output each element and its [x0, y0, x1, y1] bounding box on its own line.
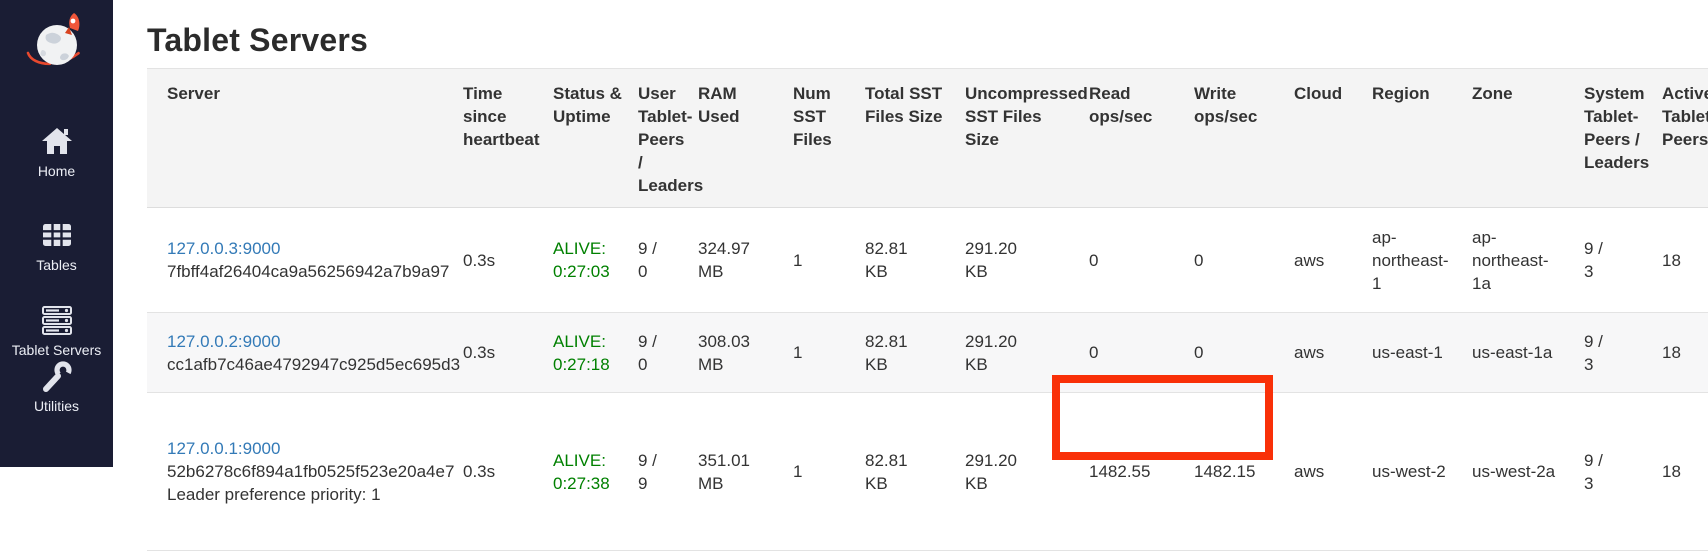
sidebar-item-label: Utilities	[34, 399, 79, 414]
col-header-active-peers: Active Tablet-Peers	[1656, 69, 1708, 208]
sidebar-item-home[interactable]: Home	[0, 123, 113, 179]
active-peers-cell: 18	[1656, 313, 1708, 393]
num-sst-cell: 1	[787, 393, 859, 551]
num-sst-cell: 1	[787, 208, 859, 313]
num-sst-cell: 1	[787, 313, 859, 393]
col-header-read-ops: Read ops/sec	[1083, 69, 1188, 208]
server-link[interactable]: 127.0.0.1:9000	[167, 437, 451, 460]
system-peers-cell: 9 / 3	[1578, 393, 1656, 551]
sidebar-item-label: Tablet Servers	[12, 343, 101, 358]
read-ops-cell: 0	[1083, 313, 1188, 393]
system-peers-cell: 9 / 3	[1578, 313, 1656, 393]
sidebar-item-utilities[interactable]: Utilities	[0, 358, 113, 414]
sidebar-item-tables[interactable]: Tables	[0, 217, 113, 273]
col-header-status: Status & Uptime	[547, 69, 632, 208]
zone-cell: ap-northeast-1a	[1466, 208, 1578, 313]
status-cell: ALIVE: 0:27:38	[547, 393, 632, 551]
active-peers-cell: 18	[1656, 393, 1708, 551]
cloud-cell: aws	[1288, 393, 1366, 551]
tablet-servers-table: Server Time since heartbeat Status & Upt…	[147, 68, 1708, 551]
total-sst-cell: 82.81 KB	[859, 393, 959, 551]
main-content: Tablet Servers Server Time since heartbe…	[113, 0, 1708, 467]
ram-cell: 324.97 MB	[692, 208, 787, 313]
sidebar: Home Tables	[0, 0, 113, 467]
tablet-servers-icon	[39, 302, 75, 338]
col-header-ram: RAM Used	[692, 69, 787, 208]
read-ops-cell: 0	[1083, 208, 1188, 313]
col-header-region: Region	[1366, 69, 1466, 208]
system-peers-cell: 9 / 3	[1578, 208, 1656, 313]
col-header-user-peers: User Tablet-Peers / Leaders	[632, 69, 692, 208]
leader-preference-note: Leader preference priority: 1	[167, 483, 451, 506]
write-ops-cell: 0	[1188, 208, 1288, 313]
sidebar-item-label: Tables	[36, 258, 76, 273]
server-cell: 127.0.0.2:9000 cc1afb7c46ae4792947c925d5…	[147, 313, 457, 393]
sidebar-item-label: Home	[38, 164, 75, 179]
col-header-uncompressed-sst: Uncompressed SST Files Size	[959, 69, 1083, 208]
uptime-value: 0:27:18	[553, 353, 626, 376]
cloud-cell: aws	[1288, 208, 1366, 313]
server-uuid: cc1afb7c46ae4792947c925d5ec695d3	[167, 353, 451, 376]
status-label: ALIVE:	[553, 330, 626, 353]
status-cell: ALIVE: 0:27:03	[547, 208, 632, 313]
write-ops-cell: 0	[1188, 313, 1288, 393]
yugabytedb-logo[interactable]	[24, 9, 90, 77]
region-cell: us-west-2	[1366, 393, 1466, 551]
uptime-value: 0:27:38	[553, 472, 626, 495]
user-peers-cell: 9 / 9	[632, 393, 692, 551]
uncompressed-sst-cell: 291.20 KB	[959, 393, 1083, 551]
uncompressed-sst-cell: 291.20 KB	[959, 208, 1083, 313]
server-uuid: 7fbff4af26404ca9a56256942a7b9a97	[167, 260, 451, 283]
server-link[interactable]: 127.0.0.2:9000	[167, 330, 451, 353]
col-header-num-sst: Num SST Files	[787, 69, 859, 208]
planet-rocket-logo-icon	[24, 10, 90, 76]
tables-icon	[39, 217, 75, 253]
home-icon	[39, 123, 75, 159]
table-row: 127.0.0.3:9000 7fbff4af26404ca9a56256942…	[147, 208, 1708, 313]
status-label: ALIVE:	[553, 237, 626, 260]
user-peers-cell: 9 / 0	[632, 313, 692, 393]
zone-cell: us-east-1a	[1466, 313, 1578, 393]
table-row: 127.0.0.2:9000 cc1afb7c46ae4792947c925d5…	[147, 313, 1708, 393]
table-row: 127.0.0.1:9000 52b6278c6f894a1fb0525f523…	[147, 393, 1708, 551]
total-sst-cell: 82.81 KB	[859, 313, 959, 393]
user-peers-cell: 9 / 0	[632, 208, 692, 313]
heartbeat-cell: 0.3s	[457, 393, 547, 551]
ram-cell: 308.03 MB	[692, 313, 787, 393]
col-header-heartbeat: Time since heartbeat	[457, 69, 547, 208]
heartbeat-cell: 0.3s	[457, 208, 547, 313]
col-header-total-sst: Total SST Files Size	[859, 69, 959, 208]
status-label: ALIVE:	[553, 449, 626, 472]
page-title: Tablet Servers	[147, 22, 1708, 59]
heartbeat-cell: 0.3s	[457, 313, 547, 393]
col-header-cloud: Cloud	[1288, 69, 1366, 208]
col-header-server: Server	[147, 69, 457, 208]
status-cell: ALIVE: 0:27:18	[547, 313, 632, 393]
cloud-cell: aws	[1288, 313, 1366, 393]
server-cell: 127.0.0.3:9000 7fbff4af26404ca9a56256942…	[147, 208, 457, 313]
write-ops-cell: 1482.15	[1188, 393, 1288, 551]
col-header-system-peers: System Tablet-Peers / Leaders	[1578, 69, 1656, 208]
uptime-value: 0:27:03	[553, 260, 626, 283]
server-cell: 127.0.0.1:9000 52b6278c6f894a1fb0525f523…	[147, 393, 457, 551]
col-header-zone: Zone	[1466, 69, 1578, 208]
utilities-wrench-icon	[39, 358, 75, 394]
server-link[interactable]: 127.0.0.3:9000	[167, 237, 451, 260]
active-peers-cell: 18	[1656, 208, 1708, 313]
zone-cell: us-west-2a	[1466, 393, 1578, 551]
region-cell: ap-northeast-1	[1366, 208, 1466, 313]
sidebar-item-tablet-servers[interactable]: Tablet Servers	[0, 302, 113, 358]
table-header-row: Server Time since heartbeat Status & Upt…	[147, 69, 1708, 208]
total-sst-cell: 82.81 KB	[859, 208, 959, 313]
uncompressed-sst-cell: 291.20 KB	[959, 313, 1083, 393]
col-header-write-ops: Write ops/sec	[1188, 69, 1288, 208]
region-cell: us-east-1	[1366, 313, 1466, 393]
read-ops-cell: 1482.55	[1083, 393, 1188, 551]
ram-cell: 351.01 MB	[692, 393, 787, 551]
server-uuid: 52b6278c6f894a1fb0525f523e20a4e7	[167, 460, 451, 483]
